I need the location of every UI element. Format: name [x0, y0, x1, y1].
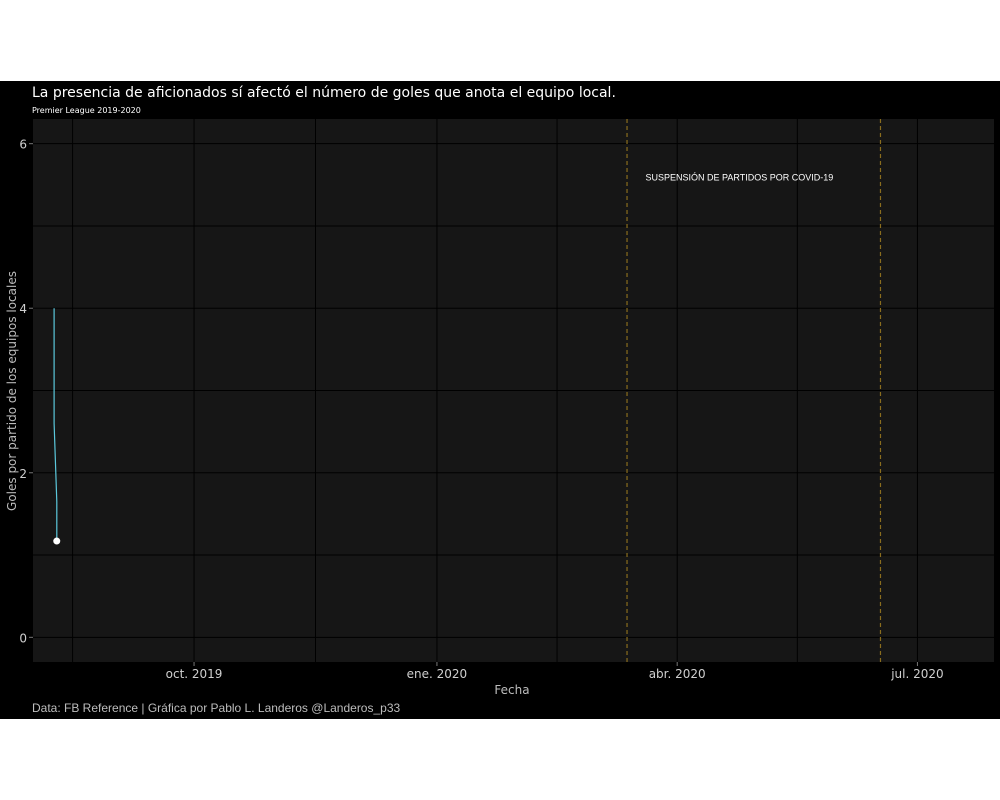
y-tick-label: 6: [19, 138, 27, 152]
x-tick-label: jul. 2020: [890, 667, 943, 681]
y-tick-label: 2: [19, 467, 27, 481]
x-axis-label: Fecha: [494, 683, 529, 697]
chart-caption: Data: FB Reference | Gráfica por Pablo L…: [32, 701, 401, 715]
y-axis-label: Goles por partido de los equipos locales: [5, 271, 19, 511]
x-tick-label: oct. 2019: [166, 667, 223, 681]
plot-area: 0 2 4 6 oct. 2019 ene. 2020 abr. 2020 jul. 2020…: [5, 119, 994, 697]
y-tick-label: 0: [19, 631, 27, 645]
x-tick-label: ene. 2020: [407, 667, 468, 681]
chart-figure: La presencia de aficionados sí afectó el…: [0, 81, 1000, 719]
covid-annotation: SUSPENSIÓN DE PARTIDOS POR COVID-19: [646, 173, 834, 183]
y-tick-label: 4: [19, 302, 27, 316]
x-tick-label: abr. 2020: [649, 667, 706, 681]
series-end-point: [53, 537, 61, 545]
